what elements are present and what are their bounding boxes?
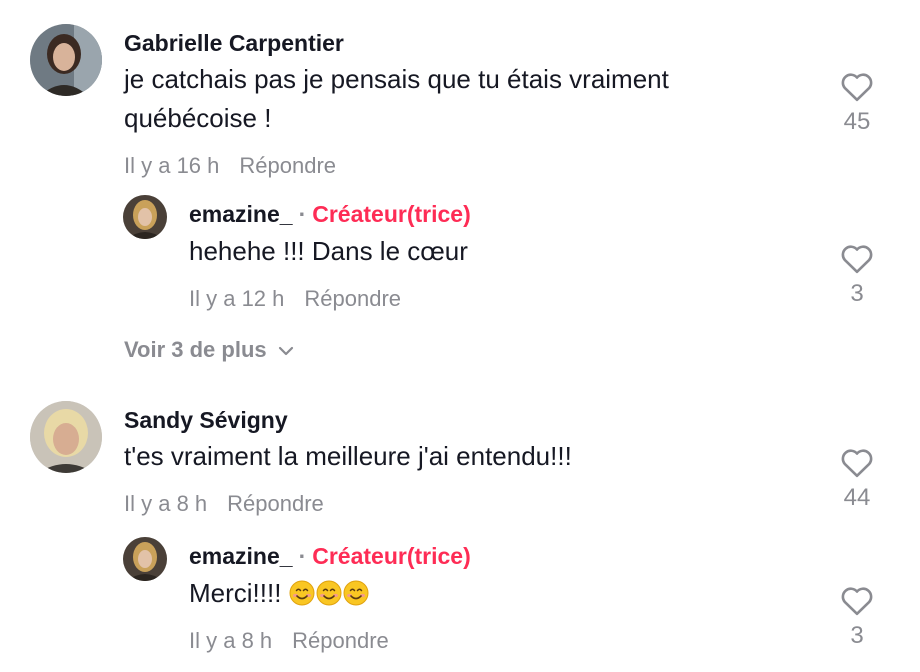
comment-text: t'es vraiment la meilleure j'ai entendu!… [124,441,572,471]
smiling-face-icon [289,580,315,606]
smiling-face-icon [343,580,369,606]
heart-outline-icon [841,449,873,478]
separator-dot: · [298,201,307,227]
comment-text: je catchais pas je pensais que tu étais … [124,64,669,133]
separator-dot: · [298,543,307,569]
reply-meta: Il y a 12 h Répondre [189,286,401,312]
avatar-image [123,195,167,239]
like-button[interactable]: 44 [827,446,887,512]
avatar-image [30,24,102,96]
avatar[interactable] [30,401,102,473]
reply-avatar[interactable] [123,195,167,239]
reply-meta: Il y a 8 h Répondre [189,628,389,654]
comment-gabrielle: Gabrielle Carpentier je catchais pas je … [0,0,920,380]
reply-text: hehehe !!! Dans le cœur [189,236,468,266]
reply-text-row: Merci!!!! [189,574,370,617]
comment-timestamp: Il y a 8 h [124,491,208,516]
reply-author[interactable]: emazine_ [189,201,293,227]
reply-button[interactable]: Répondre [227,491,324,516]
creator-badge: Créateur(trice) [312,201,471,227]
reply-text: Merci!!!! [189,578,282,608]
reply-timestamp: Il y a 8 h [189,628,273,653]
emoji-group [289,578,370,617]
reply-avatar[interactable] [123,537,167,581]
like-count: 3 [850,280,864,307]
avatar-image [30,401,102,473]
reply-header: emazine_ · Créateur(trice) [189,543,471,570]
comment-timestamp: Il y a 16 h [124,153,220,178]
heart-outline-icon [841,587,873,616]
smiling-face-icon [316,580,342,606]
comment-sandy: Sandy Sévigny t'es vraiment la meilleure… [0,380,920,672]
like-button[interactable]: 45 [827,70,887,136]
reply-like-button[interactable]: 3 [827,242,887,308]
reply-header: emazine_ · Créateur(trice) [189,201,471,228]
reply-button[interactable]: Répondre [304,286,401,311]
comment-author[interactable]: Gabrielle Carpentier [124,30,344,57]
reply-button[interactable]: Répondre [239,153,336,178]
heart-outline-icon [841,245,873,274]
view-more-replies[interactable]: Voir 3 de plus [124,337,295,363]
like-count: 44 [843,484,871,511]
heart-outline-icon [841,73,873,102]
creator-badge: Créateur(trice) [312,543,471,569]
chevron-down-icon [278,347,293,356]
reply-author[interactable]: emazine_ [189,543,293,569]
avatar[interactable] [30,24,102,96]
reply-button[interactable]: Répondre [292,628,389,653]
reply-like-button[interactable]: 3 [827,584,887,650]
comment-meta: Il y a 16 h Répondre [124,153,336,179]
avatar-image [123,537,167,581]
view-more-label: Voir 3 de plus [124,337,267,362]
comment-author[interactable]: Sandy Sévigny [124,407,288,434]
like-count: 45 [843,108,871,135]
reply-timestamp: Il y a 12 h [189,286,285,311]
comment-meta: Il y a 8 h Répondre [124,491,324,517]
like-count: 3 [850,622,864,649]
